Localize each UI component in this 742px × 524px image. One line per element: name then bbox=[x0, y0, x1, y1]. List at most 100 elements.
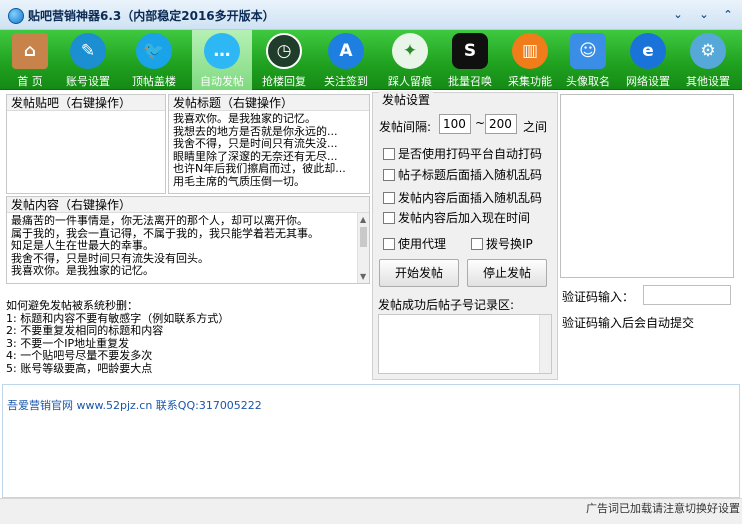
main-toolbar: ⌂ 首 页 ✎ 账号设置 🐦 顶帖盖楼 … 自动发帖 ◷ 抢楼回复 A 关注签到… bbox=[0, 30, 742, 90]
interval-from-input[interactable]: 100 bbox=[439, 114, 471, 134]
tool-grab-reply[interactable]: ◷ 抢楼回复 bbox=[254, 30, 314, 90]
post-title-list[interactable]: 发帖标题（右键操作） 我喜欢你。是我独家的记忆。 我想去的地方是否就是你永远的.… bbox=[168, 94, 370, 194]
tool-label: 关注签到 bbox=[324, 75, 368, 88]
twitter-bird-icon: 🐦 bbox=[136, 33, 172, 69]
book-icon: ▥ bbox=[512, 33, 548, 69]
appstore-icon: A bbox=[328, 33, 364, 69]
minimize-button[interactable]: ⌄ bbox=[694, 6, 714, 24]
tip-line: 5: 账号等级要高，吧龄要大点 bbox=[6, 361, 153, 375]
title-bar: 贴吧营销神器6.3（内部稳定2016多开版本） ⌄ ⌄ ⌃ bbox=[0, 0, 742, 30]
tool-collect[interactable]: ▥ 采集功能 bbox=[500, 30, 560, 90]
checkbox-label: 帖子标题后面插入随机乱码 bbox=[398, 168, 543, 182]
ie-icon: e bbox=[630, 33, 666, 69]
clock-icon: ◷ bbox=[266, 33, 302, 69]
start-post-button[interactable]: 开始发帖 bbox=[379, 259, 459, 287]
checkbox-label: 拨号换IP bbox=[486, 237, 533, 251]
captcha-note: 验证码输入后会自动提交 bbox=[562, 316, 695, 330]
tool-label: 网络设置 bbox=[626, 75, 670, 88]
title-random-checkbox[interactable]: 帖子标题后面插入随机乱码 bbox=[383, 166, 542, 183]
list-item[interactable]: 我舍不得，只是时间只有流失没... bbox=[173, 138, 346, 151]
records-label: 发帖成功后帖子号记录区: bbox=[378, 298, 515, 312]
dragon-icon: ✦ bbox=[392, 33, 428, 69]
content-random-checkbox[interactable]: 发帖内容后面插入随机乱码 bbox=[383, 189, 542, 206]
checkbox-box[interactable] bbox=[383, 169, 395, 181]
app-logo-icon bbox=[8, 8, 24, 24]
interval-to-input[interactable]: 200 bbox=[485, 114, 517, 134]
checkbox-label: 使用代理 bbox=[398, 237, 447, 251]
content-line: 最痛苦的一件事情是，你无法离开的那个人，却可以离开你。 bbox=[11, 215, 308, 227]
status-text: 广告词已加载请注意切换好设置 bbox=[586, 502, 740, 515]
window-title: 贴吧营销神器6.3（内部稳定2016多开版本） bbox=[28, 9, 275, 23]
post-content-header: 发帖内容（右键操作） bbox=[7, 197, 369, 213]
tool-account-settings[interactable]: ✎ 账号设置 bbox=[58, 30, 118, 90]
scroll-up-icon[interactable]: ▲ bbox=[360, 215, 366, 224]
captcha-auto-checkbox[interactable]: 是否使用打码平台自动打码 bbox=[383, 145, 542, 162]
gear-icon: ⚙ bbox=[690, 33, 726, 69]
records-textarea[interactable] bbox=[378, 314, 552, 374]
checkbox-label: 发帖内容后加入现在时间 bbox=[398, 211, 531, 225]
tool-auto-post[interactable]: … 自动发帖 bbox=[192, 30, 252, 90]
tool-home[interactable]: ⌂ 首 页 bbox=[0, 30, 60, 90]
records-scrollbar[interactable] bbox=[539, 315, 551, 373]
tool-label: 踩人留痕 bbox=[388, 75, 432, 88]
records-panel: 发帖成功后帖子号记录区: bbox=[374, 294, 554, 378]
tool-batch-summon[interactable]: S 批量召唤 bbox=[440, 30, 500, 90]
tip-line: 2: 不要重复发相同的标题和内容 bbox=[6, 324, 164, 338]
tool-label: 账号设置 bbox=[66, 75, 110, 88]
tool-other-settings[interactable]: ⚙ 其他设置 bbox=[678, 30, 738, 90]
post-content-box[interactable]: 发帖内容（右键操作） 最痛苦的一件事情是，你无法离开的那个人，却可以离开你。 属… bbox=[6, 196, 370, 284]
use-proxy-checkbox[interactable]: 使用代理 bbox=[383, 235, 446, 252]
content-time-checkbox[interactable]: 发帖内容后加入现在时间 bbox=[383, 209, 530, 226]
list-item[interactable]: 我喜欢你。是我独家的记忆。 bbox=[173, 113, 346, 126]
dial-ip-checkbox[interactable]: 拨号换IP bbox=[471, 235, 533, 252]
scroll-thumb[interactable] bbox=[360, 227, 367, 247]
captcha-input[interactable] bbox=[643, 285, 731, 305]
checkbox-box[interactable] bbox=[383, 192, 395, 204]
tool-label: 自动发帖 bbox=[200, 75, 244, 88]
skin-menu-button[interactable]: ⌄ bbox=[668, 6, 688, 24]
post-bar-list[interactable]: 发帖贴吧（右键操作） bbox=[6, 94, 166, 194]
tool-label: 批量召唤 bbox=[448, 75, 492, 88]
tool-label: 抢楼回复 bbox=[262, 75, 306, 88]
post-content-text: 最痛苦的一件事情是，你无法离开的那个人，却可以离开你。 属于我的，我会一直记得，… bbox=[11, 215, 319, 278]
chat-bubble-icon: … bbox=[204, 33, 240, 69]
tool-bump-post[interactable]: 🐦 顶帖盖楼 bbox=[124, 30, 184, 90]
checkbox-label: 发帖内容后面插入随机乱码 bbox=[398, 191, 543, 205]
stop-post-button[interactable]: 停止发帖 bbox=[467, 259, 547, 287]
tips-text: 如何避免发帖被系统秒删： 1: 标题和内容不要有敏感字（例如联系方式） 2: 不… bbox=[6, 300, 229, 376]
tool-label: 顶帖盖楼 bbox=[132, 75, 176, 88]
content-line: 知足是人生在世最大的幸事。 bbox=[11, 239, 154, 253]
content-scrollbar[interactable]: ▲ ▼ bbox=[357, 213, 369, 283]
settings-title: 发帖设置 bbox=[379, 91, 434, 108]
tool-label: 首 页 bbox=[17, 75, 43, 88]
tool-label: 头像取名 bbox=[566, 75, 610, 88]
captcha-input-label: 验证码输入： bbox=[562, 290, 635, 304]
checkbox-box[interactable] bbox=[383, 238, 395, 250]
interval-label: 发帖间隔: bbox=[379, 120, 432, 134]
tool-label: 其他设置 bbox=[686, 75, 730, 88]
post-title-items: 我喜欢你。是我独家的记忆。 我想去的地方是否就是你永远的... 我舍不得，只是时… bbox=[173, 113, 346, 189]
tool-follow-signin[interactable]: A 关注签到 bbox=[316, 30, 376, 90]
tool-label: 采集功能 bbox=[508, 75, 552, 88]
tips-area: 如何避免发帖被系统秒删： 1: 标题和内容不要有敏感字（例如联系方式） 2: 不… bbox=[4, 300, 370, 378]
tool-network-settings[interactable]: e 网络设置 bbox=[618, 30, 678, 90]
checkbox-box[interactable] bbox=[471, 238, 483, 250]
checkbox-box[interactable] bbox=[383, 148, 395, 160]
status-bar: 广告词已加载请注意切换好设置 bbox=[0, 498, 742, 524]
tips-title: 如何避免发帖被系统秒删： bbox=[6, 300, 138, 312]
post-bar-header: 发帖贴吧（右键操作） bbox=[7, 95, 165, 111]
tool-avatar-name[interactable]: ☺ 头像取名 bbox=[558, 30, 618, 90]
log-line: 吾爱营销官网 www.52pjz.cn 联系QQ:317005222 bbox=[7, 399, 262, 412]
checkbox-label: 是否使用打码平台自动打码 bbox=[398, 147, 543, 161]
checkbox-box[interactable] bbox=[383, 212, 395, 224]
skype-icon: S bbox=[452, 33, 488, 69]
maximize-button[interactable]: ⌃ bbox=[718, 6, 738, 24]
tool-trace[interactable]: ✦ 踩人留痕 bbox=[380, 30, 440, 90]
post-title-header: 发帖标题（右键操作） bbox=[169, 95, 369, 111]
feather-icon: ✎ bbox=[70, 33, 106, 69]
scroll-down-icon[interactable]: ▼ bbox=[360, 272, 366, 281]
interval-separator: ~ bbox=[475, 116, 486, 130]
house-icon: ⌂ bbox=[12, 33, 48, 69]
log-area[interactable]: 吾爱营销官网 www.52pjz.cn 联系QQ:317005222 bbox=[2, 384, 740, 498]
list-item[interactable]: 用毛主席的气质压倒一切。 bbox=[173, 175, 346, 189]
